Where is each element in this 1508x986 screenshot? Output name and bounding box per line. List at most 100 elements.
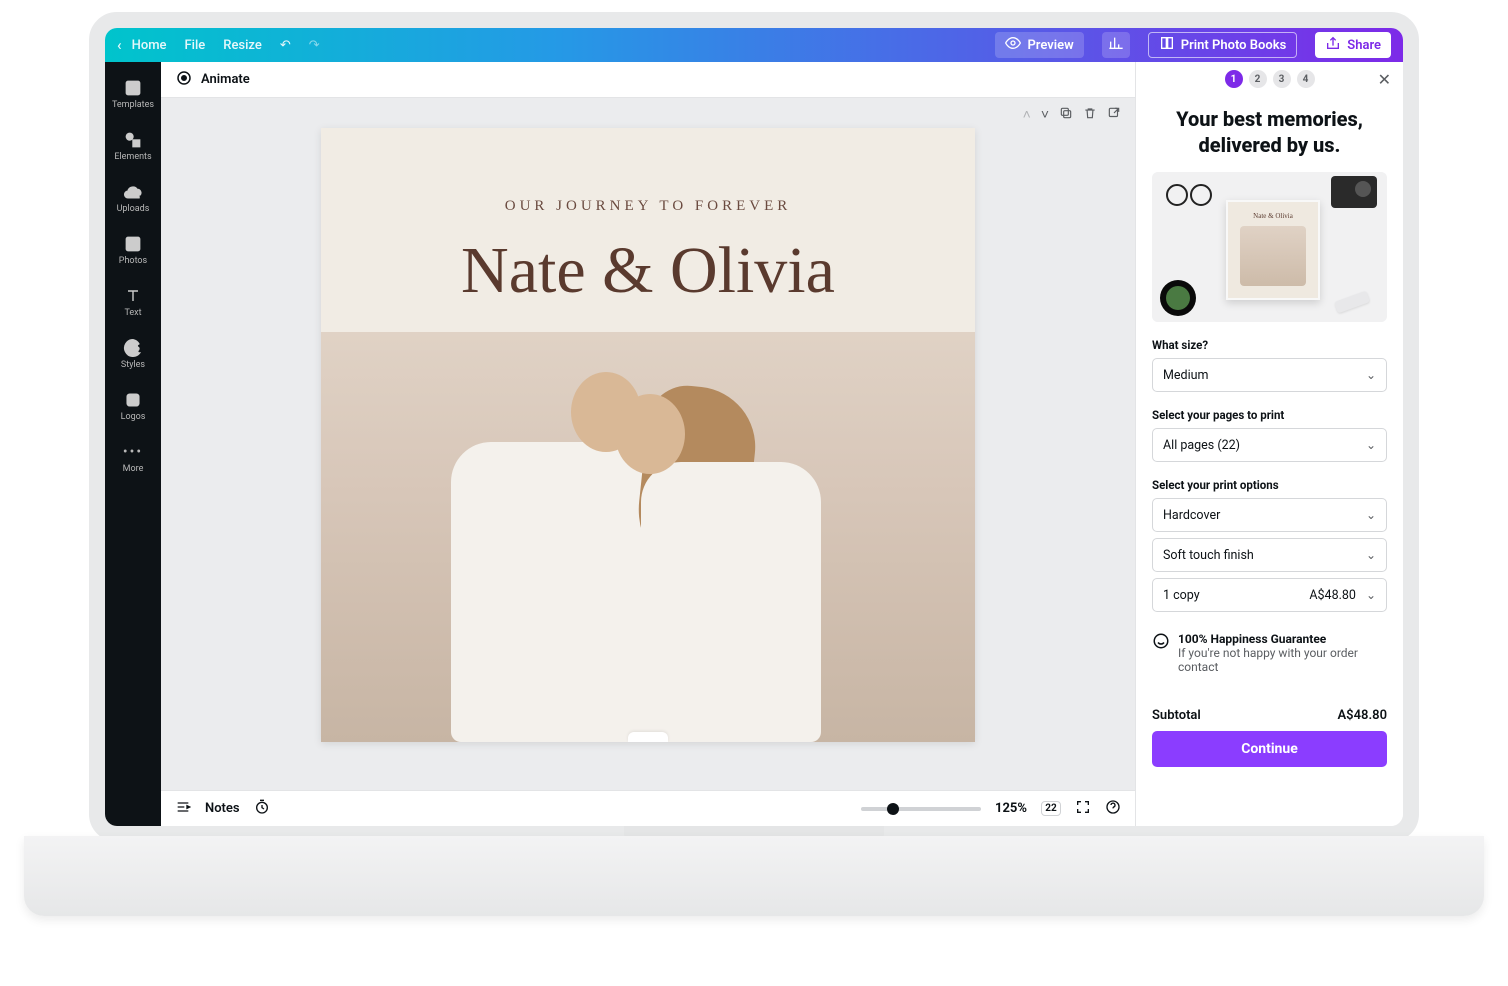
rail-uploads-label: Uploads bbox=[117, 204, 150, 214]
step-2[interactable]: 2 bbox=[1249, 70, 1267, 88]
rail-photos-label: Photos bbox=[119, 256, 147, 266]
pages-value: All pages (22) bbox=[1163, 438, 1240, 453]
resize-menu[interactable]: Resize bbox=[223, 38, 262, 53]
pages-select[interactable]: All pages (22) ⌄ bbox=[1152, 428, 1387, 462]
bottom-bar: Notes 125% 22 bbox=[161, 790, 1135, 826]
uploads-icon bbox=[123, 182, 143, 202]
rail-uploads[interactable]: Uploads bbox=[105, 174, 161, 222]
redo-icon[interactable]: ↷ bbox=[309, 38, 320, 53]
step-4[interactable]: 4 bbox=[1297, 70, 1315, 88]
side-rail: Templates Elements Uploads Photos bbox=[105, 62, 161, 826]
animate-button[interactable]: Animate bbox=[201, 72, 250, 87]
rail-templates[interactable]: Templates bbox=[105, 70, 161, 118]
print-books-label: Print Photo Books bbox=[1181, 38, 1287, 53]
quantity-price: A$48.80 bbox=[1309, 588, 1356, 603]
rail-more[interactable]: ••• More bbox=[105, 434, 161, 482]
rail-styles[interactable]: Styles bbox=[105, 330, 161, 378]
size-select[interactable]: Medium ⌄ bbox=[1152, 358, 1387, 392]
chevron-down-icon: ⌄ bbox=[1366, 368, 1376, 382]
page-subtitle: OUR JOURNEY TO FOREVER bbox=[321, 198, 975, 215]
text-icon bbox=[123, 286, 143, 306]
file-menu[interactable]: File bbox=[185, 38, 206, 53]
page-drag-handle[interactable] bbox=[628, 732, 668, 742]
zoom-value: 125% bbox=[995, 801, 1027, 816]
rail-photos[interactable]: Photos bbox=[105, 226, 161, 274]
cover-select[interactable]: Hardcover ⌄ bbox=[1152, 498, 1387, 532]
home-link[interactable]: Home bbox=[132, 38, 167, 53]
chevron-down-icon: ⌄ bbox=[1366, 548, 1376, 562]
share-label: Share bbox=[1347, 38, 1381, 53]
timer-icon[interactable] bbox=[254, 799, 270, 819]
help-icon[interactable] bbox=[1105, 799, 1121, 819]
step-3[interactable]: 3 bbox=[1273, 70, 1291, 88]
finish-value: Soft touch finish bbox=[1163, 548, 1254, 563]
context-bar: Animate bbox=[161, 62, 1135, 98]
eye-icon bbox=[1005, 35, 1021, 55]
rail-logos[interactable]: Logos bbox=[105, 382, 161, 430]
insights-button[interactable] bbox=[1102, 32, 1130, 58]
page-tools: ˄ ˅ bbox=[1023, 106, 1121, 124]
preview-label: Preview bbox=[1027, 38, 1073, 53]
quantity-value: 1 copy bbox=[1163, 588, 1200, 603]
page-down-icon[interactable]: ˅ bbox=[1041, 106, 1049, 124]
guarantee-title: 100% Happiness Guarantee bbox=[1178, 632, 1387, 646]
subtotal-value: A$48.80 bbox=[1337, 708, 1387, 723]
back-icon[interactable]: ‹ bbox=[117, 36, 122, 54]
checkout-steps: 1 2 3 4 ✕ bbox=[1136, 62, 1403, 96]
guarantee-note: 100% Happiness Guarantee If you're not h… bbox=[1152, 632, 1387, 674]
chart-icon bbox=[1108, 35, 1124, 55]
book-icon bbox=[1159, 35, 1175, 55]
guarantee-sub: If you're not happy with your order cont… bbox=[1178, 646, 1387, 674]
pages-label: Select your pages to print bbox=[1152, 408, 1387, 422]
zoom-slider[interactable] bbox=[861, 807, 981, 811]
print-photo-books-button[interactable]: Print Photo Books bbox=[1148, 32, 1298, 58]
notes-button[interactable]: Notes bbox=[205, 801, 240, 816]
continue-button[interactable]: Continue bbox=[1152, 731, 1387, 767]
smile-icon bbox=[1152, 632, 1170, 650]
export-page-icon[interactable] bbox=[1107, 106, 1121, 124]
styles-icon bbox=[123, 338, 143, 358]
page-up-icon[interactable]: ˄ bbox=[1023, 106, 1031, 124]
rail-templates-label: Templates bbox=[112, 100, 154, 110]
page-photo bbox=[321, 332, 975, 742]
fullscreen-icon[interactable] bbox=[1075, 799, 1091, 819]
page-count-button[interactable]: 22 bbox=[1041, 801, 1061, 816]
duplicate-page-icon[interactable] bbox=[1059, 106, 1073, 124]
share-icon bbox=[1325, 35, 1341, 55]
share-button[interactable]: Share bbox=[1315, 32, 1391, 58]
rail-more-label: More bbox=[123, 464, 144, 474]
glasses-prop bbox=[1166, 184, 1212, 202]
plant-prop bbox=[1160, 280, 1196, 316]
print-panel: 1 2 3 4 ✕ Your best memories, delivered … bbox=[1135, 62, 1403, 826]
rail-styles-label: Styles bbox=[121, 360, 145, 370]
animate-icon bbox=[175, 69, 193, 91]
panel-headline: Your best memories, delivered by us. bbox=[1152, 106, 1387, 158]
subtotal-row: Subtotal A$48.80 bbox=[1152, 708, 1387, 723]
close-panel-icon[interactable]: ✕ bbox=[1378, 70, 1391, 89]
quantity-select[interactable]: 1 copy A$48.80 ⌄ bbox=[1152, 578, 1387, 612]
delete-page-icon[interactable] bbox=[1083, 106, 1097, 124]
chevron-down-icon: ⌄ bbox=[1366, 438, 1376, 452]
undo-icon[interactable]: ↶ bbox=[280, 38, 291, 53]
top-bar: ‹ Home File Resize ↶ ↷ Preview bbox=[105, 28, 1403, 62]
photos-icon bbox=[123, 234, 143, 254]
rail-elements-label: Elements bbox=[114, 152, 151, 162]
preview-button[interactable]: Preview bbox=[995, 32, 1083, 58]
step-1[interactable]: 1 bbox=[1225, 70, 1243, 88]
subtotal-label: Subtotal bbox=[1152, 708, 1201, 723]
canvas-area: ˄ ˅ OUR JOURNEY TO FOREVER Nate & Olivia bbox=[161, 98, 1135, 790]
chevron-down-icon: ⌄ bbox=[1366, 508, 1376, 522]
page-title: Nate & Olivia bbox=[321, 233, 975, 309]
size-label: What size? bbox=[1152, 338, 1387, 352]
finish-select[interactable]: Soft touch finish ⌄ bbox=[1152, 538, 1387, 572]
templates-icon bbox=[123, 78, 143, 98]
logos-icon bbox=[123, 390, 143, 410]
options-label: Select your print options bbox=[1152, 478, 1387, 492]
design-page[interactable]: OUR JOURNEY TO FOREVER Nate & Olivia bbox=[321, 128, 975, 742]
rail-text[interactable]: Text bbox=[105, 278, 161, 326]
notes-icon bbox=[175, 799, 191, 819]
rail-elements[interactable]: Elements bbox=[105, 122, 161, 170]
camera-prop bbox=[1331, 176, 1377, 208]
chevron-down-icon: ⌄ bbox=[1366, 588, 1376, 602]
product-preview: Nate & Olivia bbox=[1152, 172, 1387, 322]
